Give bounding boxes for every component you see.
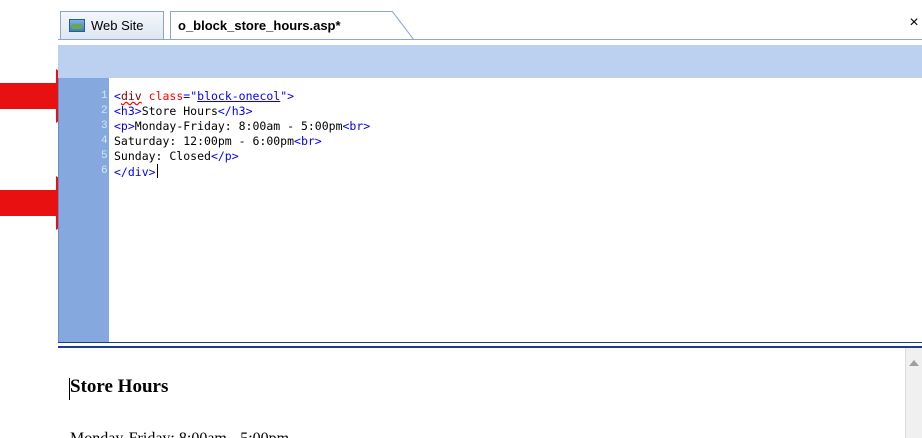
- code-token: <p>: [114, 119, 135, 133]
- tab-web-site[interactable]: Web Site: [60, 11, 164, 40]
- code-line[interactable]: Sunday: Closed</p>: [114, 149, 239, 164]
- code-token: =": [183, 89, 198, 103]
- toolbar-strip: [58, 45, 922, 78]
- design-preview-pane[interactable]: Store Hours Monday-Friday: 8:00am - 5:00…: [58, 348, 922, 438]
- tab-web-site-label: Web Site: [91, 18, 144, 33]
- code-line[interactable]: <div class="block-onecol">: [114, 89, 294, 104]
- code-token: class: [148, 89, 184, 103]
- text-caret: [156, 164, 158, 178]
- tab-file-label: o_block_store_hours.asp*: [178, 18, 341, 33]
- line-number: 6: [101, 165, 108, 177]
- line-number: 1: [101, 90, 108, 102]
- line-number: 3: [101, 120, 108, 132]
- code-token: ">: [280, 89, 295, 103]
- code-token: Saturday: 12:00pm - 6:00pm: [114, 134, 295, 148]
- code-token: <br>: [294, 134, 322, 148]
- tab-slant-edge: [392, 11, 414, 41]
- code-token: div: [120, 89, 142, 103]
- tab-bar-divider: [58, 39, 922, 40]
- website-icon: [69, 19, 85, 32]
- code-token: <: [114, 89, 121, 103]
- preview-heading: Store Hours: [70, 376, 169, 397]
- editor-window: Web Site o_block_store_hours.asp* × 1 2 3 4…: [58, 8, 922, 438]
- code-token: </p>: [210, 149, 239, 163]
- tab-o-block-store-hours[interactable]: o_block_store_hours.asp*: [170, 11, 414, 41]
- code-token: <br>: [342, 119, 371, 133]
- preview-paragraph: Monday-Friday: 8:00am - 5:00pm: [70, 430, 289, 438]
- code-token: </h3>: [217, 104, 253, 118]
- line-number: 4: [101, 135, 108, 147]
- code-editor[interactable]: 123456 <div class="block-onecol"> <h3>Sto…: [58, 78, 922, 342]
- close-icon[interactable]: ×: [906, 13, 922, 33]
- document-tab-bar: Web Site o_block_store_hours.asp* ×: [58, 8, 922, 45]
- code-token: Store Hours: [141, 104, 218, 118]
- code-token: Monday-Friday: 8:00am - 5:00pm: [134, 119, 343, 133]
- code-token: <h3>: [114, 104, 142, 118]
- code-token: block-onecol: [197, 89, 281, 103]
- line-number: 5: [101, 150, 108, 162]
- scroll-up-arrow-icon[interactable]: [909, 360, 919, 366]
- code-token: </div>: [114, 165, 156, 179]
- code-line[interactable]: </div>: [114, 164, 158, 180]
- code-token: Sunday: Closed: [114, 149, 211, 163]
- line-number: 2: [101, 105, 108, 117]
- code-line[interactable]: <h3>Store Hours</h3>: [114, 104, 253, 119]
- preview-scrollbar[interactable]: [905, 348, 922, 438]
- code-line[interactable]: <p>Monday-Friday: 8:00am - 5:00pm<br>: [114, 119, 370, 134]
- code-line[interactable]: Saturday: 12:00pm - 6:00pm<br>: [114, 134, 322, 149]
